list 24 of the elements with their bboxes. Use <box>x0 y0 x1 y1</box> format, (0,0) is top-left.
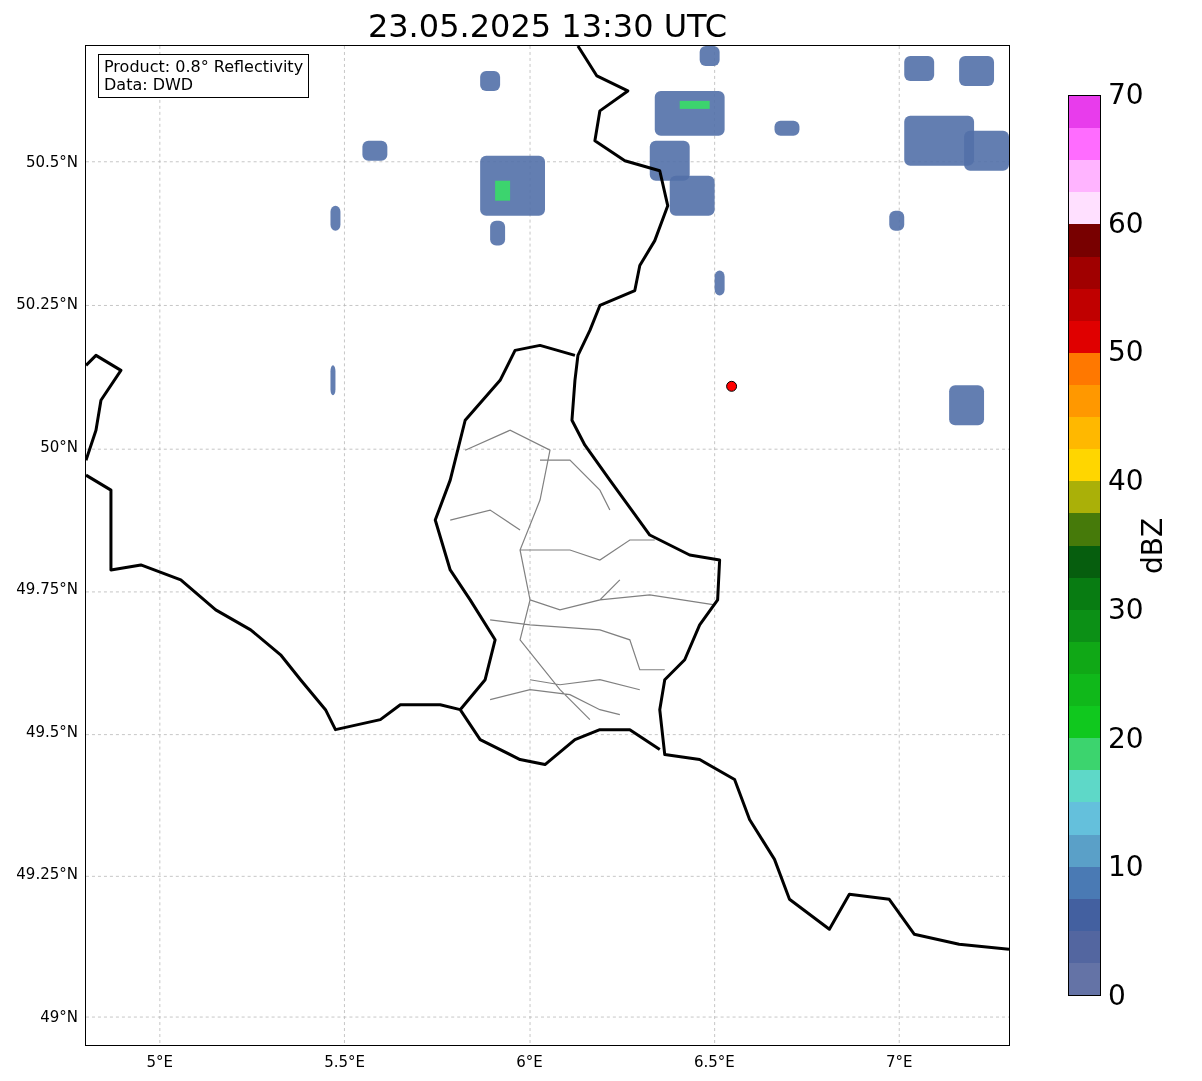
latitude-label: 49.5°N <box>25 722 78 741</box>
latitude-label: 50.25°N <box>16 295 78 314</box>
info-text: Product: 0.8° Reflectivity <box>104 58 304 76</box>
longitude-label: 7°E <box>885 1053 913 1071</box>
longitude-label: 5°E <box>146 1053 174 1071</box>
chart-title: 23.05.2025 13:30 UTC <box>366 6 729 45</box>
colorbar-tick-label: 30 <box>1108 594 1144 625</box>
latitude-label: 50.5°N <box>25 152 78 171</box>
colorbar-tick-label: 60 <box>1108 208 1144 239</box>
colorbar-tick-label: 70 <box>1108 80 1144 110</box>
colorbar-label: dBZ <box>1135 517 1169 574</box>
colorbar-tick-label: 50 <box>1108 337 1144 368</box>
latitude-label: 49°N <box>40 1007 78 1026</box>
latitude-label: 49.25°N <box>16 865 78 884</box>
latitude-label: 50°N <box>40 437 78 456</box>
longitude-label: 5.5°E <box>324 1053 366 1071</box>
colorbar-tick-label: 0 <box>1108 981 1126 1011</box>
colorbar-tick-label: 20 <box>1108 723 1144 754</box>
latitude-label: 49.75°N <box>16 580 78 599</box>
longitude-label: 6.5°E <box>693 1053 735 1071</box>
info-text: Data: DWD <box>104 76 195 94</box>
colorbar-tick-label: 40 <box>1108 466 1144 497</box>
longitude-label: 6°E <box>516 1053 543 1071</box>
colorbar-tick-label: 10 <box>1108 852 1144 883</box>
